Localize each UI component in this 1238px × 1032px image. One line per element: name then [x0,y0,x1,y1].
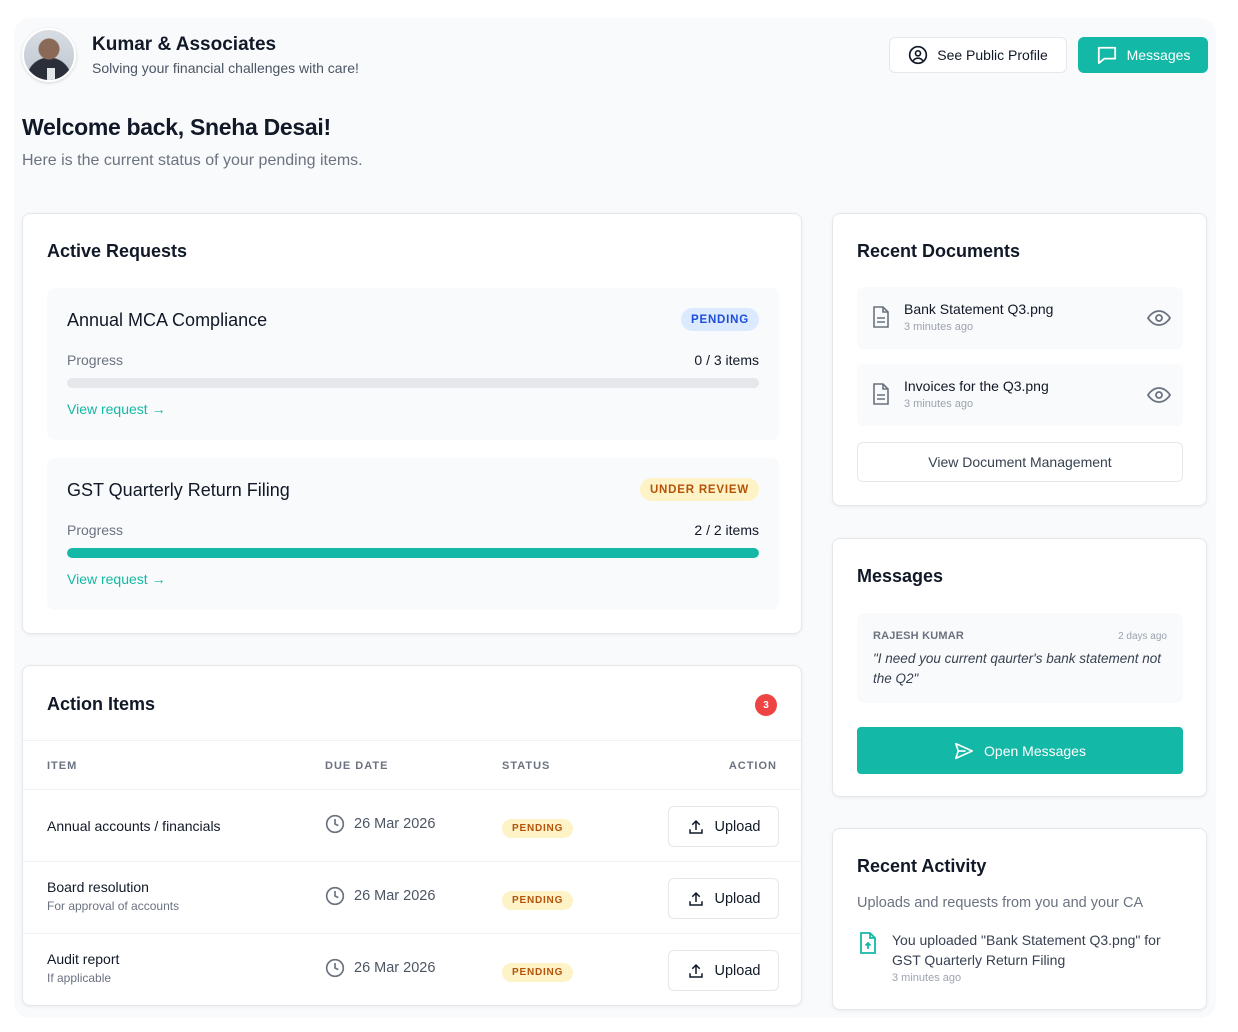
divider [23,740,801,741]
progress-count: 0 / 3 items [694,352,759,368]
upload-button[interactable]: Upload [668,878,779,919]
chat-icon [1097,46,1116,65]
recent-activity-subtitle: Uploads and requests from you and your C… [857,895,1144,911]
upload-label: Upload [714,818,761,835]
header: Kumar & Associates Solving your financia… [22,28,1208,84]
table-row: Audit report If applicable 26 Mar 2026 P… [23,934,801,1005]
avatar [22,28,76,82]
request-title: Annual MCA Compliance [67,310,268,330]
item-name: Board resolution [47,879,149,895]
messages-button-label: Messages [1126,47,1191,63]
eye-icon[interactable] [1147,383,1171,407]
upload-label: Upload [714,890,761,907]
status-badge: PENDING [502,819,574,838]
status-badge: PENDING [502,963,574,982]
messages-button[interactable]: Messages [1078,37,1208,73]
item-subtitle: If applicable [47,971,112,985]
action-items-title: Action Items [47,694,156,714]
clock-icon [325,958,345,978]
page: Kumar & Associates Solving your financia… [14,18,1216,1018]
see-public-profile-button[interactable]: See Public Profile [889,37,1067,73]
progress-label: Progress [67,522,124,538]
file-icon [873,383,889,405]
status-badge: PENDING [681,308,759,331]
status-badge: PENDING [502,891,574,910]
progress-bar [67,378,759,388]
document-item[interactable]: Bank Statement Q3.png 3 minutes ago [857,287,1183,349]
item-name: Annual accounts / financials [47,818,221,834]
document-name: Bank Statement Q3.png [904,301,1054,317]
active-requests-title: Active Requests [47,241,188,261]
item-name: Audit report [47,951,120,967]
activity-time: 3 minutes ago [892,972,962,984]
welcome-subtitle: Here is the current status of your pendi… [22,152,363,169]
view-document-management-button[interactable]: View Document Management [857,442,1183,482]
view-request-link[interactable]: View request → [67,401,166,417]
recent-documents-title: Recent Documents [857,241,1021,261]
request-title: GST Quarterly Return Filing [67,480,290,500]
activity-text: You uploaded "Bank Statement Q3.png" for… [892,932,1161,968]
item-subtitle: For approval of accounts [47,899,180,913]
clock-icon [325,886,345,906]
request-card: Annual MCA Compliance PENDING Progress 0… [47,288,779,440]
recent-activity-card: Recent Activity Uploads and requests fro… [832,828,1207,1010]
eye-icon[interactable] [1147,306,1171,330]
user-circle-icon [909,45,928,65]
status-badge: UNDER REVIEW [639,478,759,501]
column-header-status: STATUS [502,760,551,772]
action-count-badge: 3 [755,694,777,716]
progress-bar [67,548,759,558]
upload-button[interactable]: Upload [668,950,779,991]
file-upload-icon [860,932,876,954]
action-items-card: Action Items 3 ITEM DUE DATE STATUS ACTI… [22,665,802,1006]
document-item[interactable]: Invoices for the Q3.png 3 minutes ago [857,364,1183,426]
view-request-link[interactable]: View request → [67,571,166,587]
upload-icon [688,819,703,834]
due-date-text: 26 Mar 2026 [354,960,436,976]
firm-tagline: Solving your financial challenges with c… [92,60,359,76]
clock-icon [325,814,345,834]
request-card: GST Quarterly Return Filing UNDER REVIEW… [47,458,779,610]
upload-icon [688,963,703,978]
due-date: 26 Mar 2026 [325,814,435,834]
active-requests-card: Active Requests Annual MCA Compliance PE… [22,213,802,634]
column-header-action: ACTION [728,760,777,772]
table-row: Annual accounts / financials 26 Mar 2026… [23,790,801,862]
send-icon [955,742,974,759]
document-time: 3 minutes ago [904,321,974,333]
progress-count: 2 / 2 items [694,522,759,538]
open-messages-label: Open Messages [984,742,1086,759]
document-time: 3 minutes ago [904,398,974,410]
document-name: Invoices for the Q3.png [904,378,1049,394]
file-icon [873,306,889,328]
progress-fill [67,548,759,558]
messages-title: Messages [857,566,944,586]
progress-label: Progress [67,352,124,368]
see-public-profile-label: See Public Profile [937,47,1048,63]
column-header-item: ITEM [47,760,78,772]
message-text: "I need you current qaurter's bank state… [873,651,1162,686]
upload-button[interactable]: Upload [668,806,779,847]
message-sender: RAJESH KUMAR [873,630,965,642]
recent-documents-card: Recent Documents Bank Statement Q3.png 3… [832,213,1207,506]
upload-label: Upload [714,962,761,979]
firm-name: Kumar & Associates [92,34,277,55]
upload-icon [688,891,703,906]
welcome-title: Welcome back, Sneha Desai! [22,114,331,140]
due-date-text: 26 Mar 2026 [354,888,436,904]
table-row: Board resolution For approval of account… [23,862,801,934]
open-messages-button[interactable]: Open Messages [857,727,1183,774]
due-date: 26 Mar 2026 [325,886,435,906]
messages-card: Messages RAJESH KUMAR 2 days ago "I need… [832,538,1207,797]
due-date: 26 Mar 2026 [325,958,435,978]
message-time: 2 days ago [1118,631,1167,642]
due-date-text: 26 Mar 2026 [354,816,436,832]
message-preview[interactable]: RAJESH KUMAR 2 days ago "I need you curr… [857,613,1183,703]
recent-activity-title: Recent Activity [857,856,987,876]
column-header-due-date: DUE DATE [325,760,389,772]
